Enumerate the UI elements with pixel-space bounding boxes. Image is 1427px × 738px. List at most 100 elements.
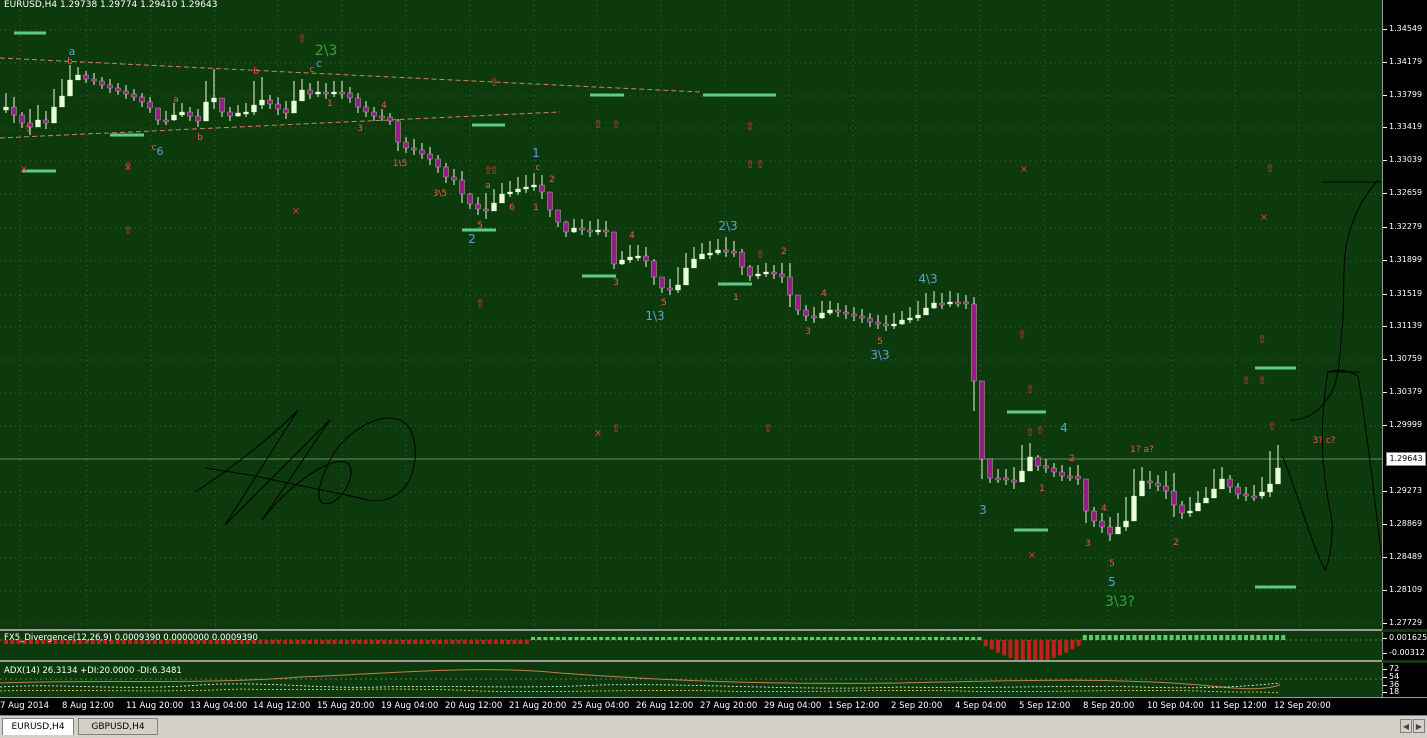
histogram-bar xyxy=(822,637,827,640)
candle-body xyxy=(283,108,289,114)
price-axis[interactable]: 1.34549 1.34179 1.33799 1.33419 1.33039 1.326… xyxy=(1382,0,1427,629)
cross-marker-icon: × xyxy=(1028,550,1036,561)
candle-body xyxy=(867,317,873,323)
signal-arrow-icon: ⇧ xyxy=(755,248,764,261)
candle-body xyxy=(75,74,81,81)
price-axis-label: 1.27729 xyxy=(1383,618,1423,627)
pane-separator[interactable] xyxy=(0,629,1382,631)
wave-label: 1 xyxy=(327,99,333,109)
histogram-bar xyxy=(444,640,449,644)
candle-body xyxy=(507,191,513,195)
candle-body xyxy=(1235,486,1241,495)
divergence-axis-label: -0.00312 xyxy=(1383,648,1425,657)
wave-label: b xyxy=(253,67,259,77)
candle-body xyxy=(883,323,889,327)
candle-body xyxy=(835,309,841,313)
price-axis-label: 1.33039 xyxy=(1383,155,1423,164)
histogram-bar xyxy=(338,640,343,644)
price-axis-label: 1.33419 xyxy=(1383,122,1423,131)
candle-body xyxy=(1203,497,1209,504)
price-axis-label: 1.29999 xyxy=(1383,420,1423,429)
histogram-bar xyxy=(735,637,740,640)
candle-body xyxy=(771,271,777,275)
candle-body xyxy=(1179,504,1185,514)
price-axis-label: 1.34179 xyxy=(1383,57,1423,66)
divergence-axis: 0.001625 -0.00312 xyxy=(1382,632,1427,660)
wave-label: 2\3 xyxy=(718,219,737,233)
candle-body xyxy=(1219,478,1225,490)
histogram-bar xyxy=(1268,635,1273,640)
tab-gbpusd-h4[interactable]: GBPUSD,H4 xyxy=(78,718,158,735)
histogram-bar xyxy=(1200,635,1205,640)
candle-body xyxy=(779,273,785,278)
tab-scroll-left-button[interactable]: ◀ xyxy=(1400,719,1412,733)
candle-body xyxy=(83,74,89,80)
histogram-bar xyxy=(376,640,380,644)
time-axis-label: 7 Aug 2014 xyxy=(0,701,50,711)
pane-separator[interactable] xyxy=(0,660,1382,662)
candle-body xyxy=(451,176,457,181)
candle-body xyxy=(163,119,169,123)
tab-scroll-right-button[interactable]: ▶ xyxy=(1413,719,1425,733)
histogram-bar xyxy=(487,640,492,644)
histogram-bar xyxy=(996,640,1000,653)
cross-marker-icon: × xyxy=(292,206,300,217)
candle-body xyxy=(1035,456,1041,467)
chart-title: EURUSD,H4 1.29738 1.29774 1.29410 1.2964… xyxy=(4,0,218,10)
histogram-bar xyxy=(1244,635,1248,640)
signal-arrow-icon: ⇧ xyxy=(123,224,132,237)
price-axis-label: 1.29273 xyxy=(1383,486,1423,495)
candle-body xyxy=(419,149,425,155)
signal-arrow-icon: ⇧ xyxy=(23,122,32,135)
tab-eurusd-h4[interactable]: EURUSD,H4 xyxy=(2,718,74,735)
candle-body xyxy=(291,100,297,114)
histogram-bar xyxy=(710,637,715,640)
histogram-bar xyxy=(1256,635,1261,640)
candle-body xyxy=(699,253,705,260)
histogram-bar xyxy=(1175,635,1180,640)
candle-body xyxy=(851,313,857,317)
histogram-bar xyxy=(785,637,790,640)
histogram-bar xyxy=(791,637,796,640)
histogram-bar xyxy=(915,637,920,640)
wave-label: 1 xyxy=(532,146,540,160)
wave-label: 1 xyxy=(733,293,739,303)
histogram-bar xyxy=(326,640,331,644)
candle-body xyxy=(571,227,577,233)
histogram-bar xyxy=(1182,635,1186,640)
candle-body xyxy=(899,319,905,325)
candle-body xyxy=(131,93,137,98)
adx-indicator-pane[interactable]: ADX(14) 26.3134 +DI:20.0000 -DI:6.3481 xyxy=(0,663,1382,697)
wave-label: b xyxy=(197,133,203,143)
histogram-bar xyxy=(760,637,765,640)
histogram-bar xyxy=(1138,635,1143,640)
histogram-bar xyxy=(419,640,424,644)
signal-arrow-icon: ⇧ xyxy=(1241,374,1250,387)
time-axis[interactable]: 7 Aug 2014 8 Aug 12:00 11 Aug 20:00 13 Aug … xyxy=(0,697,1427,716)
divergence-indicator-pane[interactable]: FX5_Divergence(12,26,9) 0.0009390 0.0000… xyxy=(0,632,1382,660)
candle-body xyxy=(819,312,825,319)
candle-body xyxy=(939,302,945,306)
candle-body xyxy=(395,120,401,143)
histogram-bar xyxy=(1188,635,1193,640)
histogram-bar xyxy=(1144,635,1149,640)
candle-body xyxy=(531,184,537,188)
signal-arrow-icon: ⇧ xyxy=(1267,420,1276,433)
histogram-bar xyxy=(1237,635,1242,640)
wave-label: 3 xyxy=(357,124,363,134)
histogram-bar xyxy=(258,640,263,644)
time-axis-label: 25 Aug 04:00 xyxy=(572,701,630,711)
signal-arrow-icon: ⇧ xyxy=(1265,162,1274,175)
candle-body xyxy=(387,116,393,122)
histogram-bar xyxy=(345,640,349,644)
histogram-bar xyxy=(1064,640,1069,653)
candle-body xyxy=(1227,478,1233,488)
signal-arrow-icon: ⇧ xyxy=(611,118,620,131)
candle-body xyxy=(235,112,241,117)
price-chart-canvas[interactable]: ⇧⇧⇧ ⇧ ⇧⇧ ⇧⇧⇧⇧⇧⇧⇧⇧ ⇧⇧⇧ ⇧⇧⇧⇧⇧⇧⇧⇧× ××××××ab c6b2\3… xyxy=(0,0,1382,629)
signal-arrow-icon: ⇧ xyxy=(1025,426,1034,439)
candle-body xyxy=(43,119,49,124)
candle-body xyxy=(227,111,233,117)
time-axis-label: 29 Aug 04:00 xyxy=(764,701,822,711)
price-chart[interactable]: ⇧ ⇧ ⇧ ⇧ ⇧ ⇧ ⇧ ⇧ ⇧ ⇧ ⇧ ⇧ ⇧ ⇧ ⇧ ⇧ ⇧ ⇧ ⇧ ⇧ ⇧ ⇧ ⇧ ⇧ ⇧ × × × × × × × a b c 6 b 2\3… xyxy=(0,0,1382,629)
